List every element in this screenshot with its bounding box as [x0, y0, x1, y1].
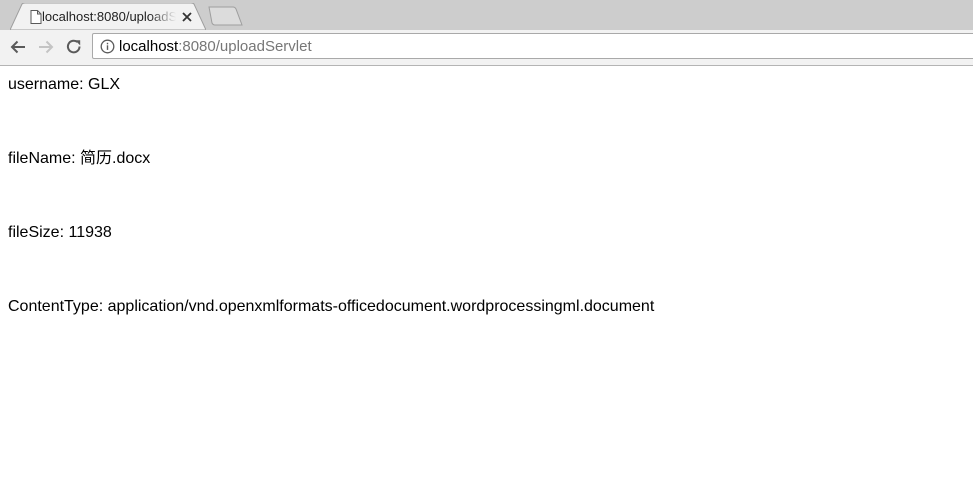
- filename-line: fileName: 简历.docx: [8, 148, 968, 170]
- address-bar[interactable]: localhost:8080/uploadServlet: [92, 33, 973, 59]
- username-value: GLX: [88, 76, 121, 93]
- page-icon: [30, 10, 42, 24]
- back-arrow-icon[interactable]: [8, 37, 28, 57]
- tab-strip: localhost:8080/uploadServlet: [0, 0, 973, 30]
- close-icon[interactable]: [181, 11, 193, 23]
- url-path: :8080/uploadServlet: [178, 38, 312, 55]
- username-line: username: GLX: [8, 74, 968, 96]
- filesize-label: fileSize:: [8, 224, 65, 241]
- contenttype-label: ContentType:: [8, 298, 104, 315]
- filename-label: fileName:: [8, 150, 76, 167]
- url-host: localhost: [119, 38, 179, 55]
- reload-icon[interactable]: [64, 37, 84, 57]
- new-tab-icon[interactable]: [206, 6, 246, 26]
- contenttype-value: application/vnd.openxmlformats-officedoc…: [107, 298, 655, 315]
- url-text[interactable]: localhost:8080/uploadServlet: [119, 38, 312, 55]
- filename-value: 简历.docx: [80, 150, 151, 167]
- contenttype-line: ContentType: application/vnd.openxmlform…: [8, 296, 968, 318]
- username-label: username:: [8, 76, 84, 93]
- filesize-line: fileSize: 11938: [8, 222, 968, 244]
- browser-toolbar: localhost:8080/uploadServlet: [0, 30, 973, 66]
- filesize-value: 11938: [68, 224, 112, 241]
- tab-title: localhost:8080/uploadServlet: [42, 9, 176, 24]
- page-content: username: GLX fileName: 简历.docx fileSize…: [8, 74, 968, 370]
- forward-arrow-icon[interactable]: [36, 37, 56, 57]
- browser-tab[interactable]: localhost:8080/uploadServlet: [10, 3, 206, 30]
- info-icon[interactable]: [100, 39, 115, 54]
